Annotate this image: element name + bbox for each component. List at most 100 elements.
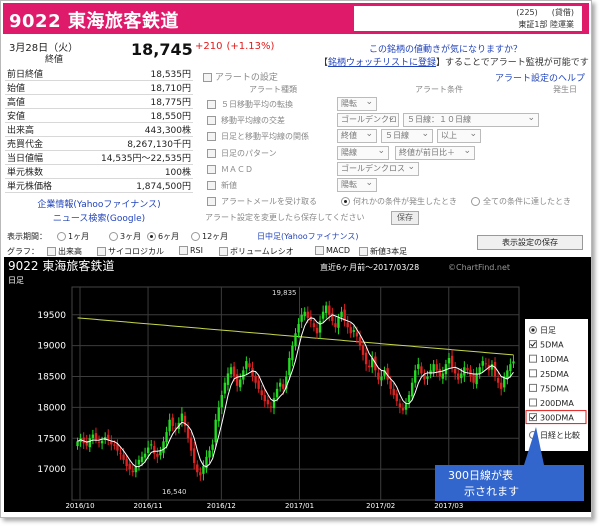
alert-condition-select[interactable]: ゴールデンクロス <box>337 113 399 128</box>
graph-checkbox[interactable] <box>179 246 188 255</box>
candle-body <box>94 433 98 440</box>
y-tick-label: 17500 <box>37 434 66 444</box>
quote-row: 始値 18,710円 <box>5 80 193 95</box>
add-watchlist-link[interactable]: 銘柄ウォッチリストに登録 <box>328 58 436 68</box>
alert-condition-select[interactable]: 陽転 <box>337 97 377 111</box>
period-option[interactable]: 1ヶ月 <box>57 231 89 242</box>
alert-row-checkbox[interactable] <box>207 116 216 126</box>
alert-condition-select[interactable]: 陽転 <box>337 178 377 192</box>
legend-checkbox[interactable] <box>529 354 537 363</box>
candle-body <box>125 459 128 467</box>
candle-body <box>128 463 131 470</box>
quote-key: 単元株数 <box>5 164 70 179</box>
quote-key: 当日値幅 <box>5 150 70 165</box>
alert-condition-select[interactable]: 終値が前日比＋ <box>395 145 475 160</box>
legend-checkbox[interactable] <box>529 383 537 392</box>
candle-body <box>457 373 460 380</box>
period-radio[interactable] <box>57 232 66 241</box>
alert-all-radio[interactable] <box>471 197 480 206</box>
alert-row-label: 日足と移動平均線の関係 <box>221 132 309 142</box>
candle-body <box>97 441 101 443</box>
candle-body <box>159 450 162 456</box>
close-label: 終値 <box>45 55 64 65</box>
candle-body <box>334 323 337 328</box>
watchlist-promo-text: この銘柄の値動きが気になりますか？ <box>369 45 523 55</box>
graph-option-label: 出来高 <box>58 247 82 256</box>
candle-body <box>143 453 147 458</box>
quote-key: 始値 <box>5 80 70 95</box>
alert-enable-checkbox[interactable] <box>203 73 212 82</box>
candle-body <box>113 444 116 446</box>
alert-save-button[interactable]: 保存 <box>391 211 419 225</box>
alert-any-radio[interactable] <box>341 197 350 206</box>
alert-condition-select[interactable]: ゴールデンクロス <box>337 161 419 176</box>
news-search-link[interactable]: ニュース検索(Google) <box>5 212 193 226</box>
candle-body <box>162 441 165 453</box>
graph-option[interactable]: ボリュームレシオ <box>219 246 294 257</box>
chart-range-label: 直近6ヶ月前～2017/03/28 <box>320 262 419 272</box>
candle-body <box>478 367 481 374</box>
quote-row: 売買代金 8,267,130千円 <box>5 136 193 151</box>
alert-condition-select[interactable]: 陽線 <box>337 145 389 160</box>
graph-option[interactable]: サイコロジカル <box>97 246 164 257</box>
alert-row: 日足のパターン 陽線終値が前日比＋ <box>205 145 589 162</box>
candle-body <box>140 456 144 463</box>
period-radio[interactable] <box>191 232 200 241</box>
graph-checkbox[interactable] <box>315 246 324 255</box>
stock-code-number: (225) <box>516 8 538 17</box>
period-radio[interactable] <box>147 232 156 241</box>
graph-checkbox[interactable] <box>359 247 368 256</box>
quote-key: 単元株価格 <box>5 178 70 193</box>
graph-option[interactable]: 出来高 <box>47 246 82 257</box>
legend-checkbox[interactable] <box>529 398 537 407</box>
alert-condition-select[interactable]: ５日線 <box>381 129 433 144</box>
candle-body <box>407 395 411 403</box>
alert-row-checkbox[interactable] <box>207 132 216 142</box>
alert-row-checkbox[interactable] <box>207 181 216 190</box>
alert-row-checkbox[interactable] <box>207 148 216 158</box>
company-info-link[interactable]: 企業情報(Yahooファイナンス) <box>5 198 193 212</box>
alert-row-checkbox[interactable] <box>207 164 216 174</box>
graph-option[interactable]: RSI <box>179 246 203 255</box>
candle-body <box>318 320 322 333</box>
period-option[interactable]: 3ヶ月 <box>109 231 141 242</box>
alert-condition-select[interactable]: 以上 <box>437 129 481 144</box>
candle-body <box>266 399 270 405</box>
candle-body <box>220 395 224 408</box>
graph-checkbox[interactable] <box>97 247 106 256</box>
quote-row: 前日終値 18,535円 <box>5 67 193 81</box>
quote-table: 前日終値 18,535円 始値 18,710円 高値 18,775円 安値 18,550円 出来… <box>5 67 193 193</box>
intraday-link[interactable]: 日中足(Yahooファイナンス) <box>257 231 358 242</box>
alert-mail-label: アラートメールを受け取る <box>221 197 317 206</box>
candle-body <box>239 379 242 388</box>
graph-checkbox[interactable] <box>219 247 228 256</box>
save-view-button[interactable]: 表示設定の保存 <box>477 235 583 250</box>
x-tick-label: 2016/12 <box>207 502 236 510</box>
candle-body <box>392 388 395 396</box>
graph-option[interactable]: 新値3本足 <box>359 246 407 257</box>
candle-body <box>251 368 254 377</box>
candle-body <box>410 382 414 397</box>
legend-label: 5DMA <box>540 341 564 350</box>
period-option[interactable]: 12ヶ月 <box>191 231 228 242</box>
graph-checkbox[interactable] <box>47 247 56 256</box>
quote-row: 単元株価格 1,874,500円 <box>5 178 193 193</box>
x-tick-label: 2017/01 <box>285 502 314 510</box>
candle-body <box>324 305 328 314</box>
alert-row: ５日移動平均の転換 陽転 <box>205 97 589 113</box>
alert-row-checkbox[interactable] <box>207 100 216 109</box>
stock-chart: 17000 17500 18000 18500 19000 19500 2016/10 201… <box>4 257 591 512</box>
graph-option[interactable]: MACD <box>315 246 350 255</box>
period-option[interactable]: 6ヶ月 <box>147 231 179 242</box>
legend-checkbox[interactable] <box>529 369 537 378</box>
quote-value: 443,300株 <box>69 122 193 137</box>
candle-body <box>235 374 239 386</box>
alert-mail-checkbox[interactable] <box>207 197 216 206</box>
candle-body <box>364 352 368 365</box>
period-radio[interactable] <box>109 232 118 241</box>
alert-condition-select[interactable]: ５日線：１０日線 <box>403 113 539 128</box>
candle-body <box>389 381 392 389</box>
quote-date: 3月28日（火） <box>9 43 79 54</box>
alert-condition-select[interactable]: 終値 <box>337 129 377 144</box>
candle-body <box>303 311 306 317</box>
